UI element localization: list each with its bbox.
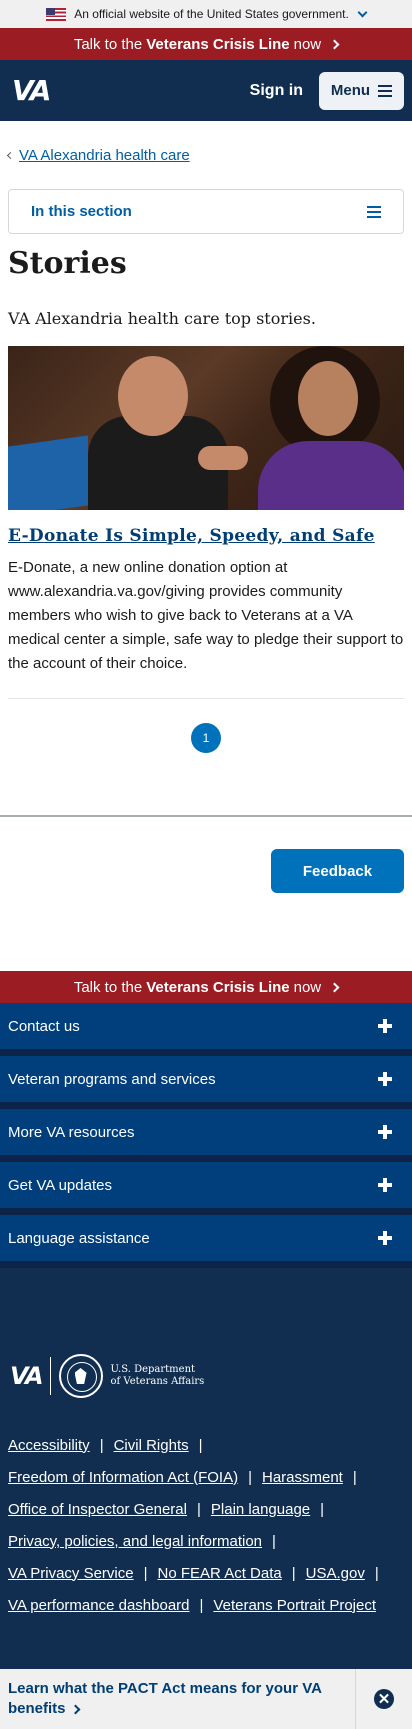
sign-in-button[interactable]: Sign in	[250, 82, 303, 100]
feedback-button[interactable]: Feedback	[271, 849, 404, 893]
page-intro: VA Alexandria health care top stories.	[8, 309, 316, 328]
chevron-right-icon	[329, 982, 340, 992]
accordion-label: More VA resources	[8, 1123, 135, 1141]
footer-accordion-updates[interactable]: Get VA updates	[0, 1162, 412, 1215]
page-number-current[interactable]: 1	[191, 723, 221, 753]
crisis-line-name: Veterans Crisis Line	[146, 35, 290, 53]
close-pact-banner-button[interactable]: ✕	[355, 1669, 412, 1729]
footer-accordion-more-resources[interactable]: More VA resources	[0, 1109, 412, 1162]
link-foia[interactable]: Freedom of Information Act (FOIA)	[8, 1469, 238, 1486]
crisis-line-banner[interactable]: Talk to the Veterans Crisis Line now	[0, 28, 412, 60]
link-portrait-project[interactable]: Veterans Portrait Project	[213, 1597, 376, 1614]
link-va-privacy-service[interactable]: VA Privacy Service	[8, 1565, 134, 1582]
pact-act-banner: Learn what the PACT Act means for your V…	[0, 1669, 412, 1729]
chevron-left-icon	[6, 151, 15, 160]
link-oig[interactable]: Office of Inspector General	[8, 1501, 187, 1518]
accordion-label: Language assistance	[8, 1229, 150, 1247]
crisis-line-prefix: Talk to the	[73, 35, 143, 53]
department-name: U.S. Department of Veterans Affairs	[111, 1364, 205, 1388]
story-item: E-Donate Is Simple, Speedy, and Safe E-D…	[0, 346, 412, 676]
menu-label: Menu	[330, 82, 371, 99]
footer-link-row: Accessibility | Civil Rights |	[8, 1436, 203, 1454]
footer-accordion-veteran-programs[interactable]: Veteran programs and services	[0, 1056, 412, 1109]
close-icon: ✕	[374, 1689, 394, 1709]
plus-icon	[378, 1178, 392, 1192]
breadcrumb-link[interactable]: VA Alexandria health care	[19, 147, 190, 164]
va-logo[interactable]: VA	[12, 74, 51, 107]
us-flag-icon	[46, 7, 67, 21]
plus-icon	[378, 1072, 392, 1086]
footer-accordion-language[interactable]: Language assistance	[0, 1215, 412, 1268]
crisis-line-banner-footer[interactable]: Talk to the Veterans Crisis Line now	[0, 971, 412, 1003]
accordion-label: Get VA updates	[8, 1176, 112, 1194]
story-description: E-Donate, a new online donation option a…	[8, 559, 404, 672]
link-usa-gov[interactable]: USA.gov	[306, 1565, 365, 1582]
chevron-right-icon	[70, 1704, 81, 1715]
plus-icon	[378, 1231, 392, 1245]
footer-link-row: VA performance dashboard | Veterans Portr…	[8, 1596, 376, 1614]
chevron-right-icon	[329, 39, 340, 49]
divider	[8, 698, 404, 699]
department-line-1: U.S. Department	[110, 1364, 196, 1375]
menu-button[interactable]: Menu	[319, 71, 404, 110]
department-line-2: of Veterans Affairs	[110, 1376, 205, 1387]
story-image	[8, 346, 404, 510]
site-footer: Contact us Veteran programs and services…	[0, 1003, 412, 1729]
section-nav-label: In this section	[31, 203, 132, 220]
header-actions: Sign in Menu	[250, 71, 404, 110]
crisis-line-suffix: now	[293, 35, 322, 53]
link-harassment[interactable]: Harassment	[262, 1469, 343, 1486]
link-no-fear[interactable]: No FEAR Act Data	[158, 1565, 282, 1582]
section-nav-toggle[interactable]: In this section	[8, 189, 404, 234]
feedback-area: Feedback	[0, 817, 412, 893]
site-header: VA Sign in Menu	[0, 60, 412, 121]
pact-act-link[interactable]: Learn what the PACT Act means for your V…	[0, 1679, 355, 1719]
link-privacy[interactable]: Privacy, policies, and legal information	[8, 1533, 262, 1550]
plus-icon	[378, 1019, 392, 1033]
link-accessibility[interactable]: Accessibility	[8, 1437, 90, 1454]
pagination: 1	[0, 723, 412, 753]
link-plain-language[interactable]: Plain language	[211, 1501, 310, 1518]
crisis-line-suffix: now	[293, 978, 322, 996]
accordion-label: Veteran programs and services	[8, 1070, 216, 1088]
crisis-line-prefix: Talk to the	[73, 978, 143, 996]
footer-link-row: VA Privacy Service | No FEAR Act Data | US…	[8, 1564, 379, 1582]
hamburger-icon	[367, 205, 381, 218]
hamburger-icon	[378, 84, 393, 97]
va-logo-text: VA	[10, 1362, 44, 1390]
link-civil-rights[interactable]: Civil Rights	[114, 1437, 189, 1454]
footer-link-row: Freedom of Information Act (FOIA) | Haras…	[8, 1468, 357, 1486]
gov-banner[interactable]: An official website of the United States…	[0, 0, 412, 28]
footer-link-row: Office of Inspector General | Plain langu…	[8, 1500, 325, 1518]
breadcrumb: VA Alexandria health care	[0, 121, 412, 164]
accordion-label: Contact us	[8, 1017, 80, 1035]
footer-accordion-contact-us[interactable]: Contact us	[0, 1003, 412, 1056]
crisis-line-name: Veterans Crisis Line	[146, 978, 290, 996]
gov-banner-text: An official website of the United States…	[74, 7, 349, 21]
footer-link-row: Privacy, policies, and legal information…	[8, 1532, 276, 1550]
pact-act-text: Learn what the PACT Act means for your V…	[8, 1680, 322, 1717]
footer-va-logo[interactable]: VA U.S. Department of Veterans Affairs	[10, 1354, 204, 1398]
page-title: Stories	[8, 246, 127, 281]
plus-icon	[378, 1125, 392, 1139]
link-performance-dashboard[interactable]: VA performance dashboard	[8, 1597, 190, 1614]
logo-separator	[49, 1357, 51, 1395]
footer-links: Accessibility | Civil Rights | Freedom of …	[8, 1429, 404, 1621]
story-title-link[interactable]: E-Donate Is Simple, Speedy, and Safe	[8, 526, 404, 546]
va-seal-icon	[58, 1354, 103, 1398]
chevron-down-icon	[357, 7, 368, 17]
